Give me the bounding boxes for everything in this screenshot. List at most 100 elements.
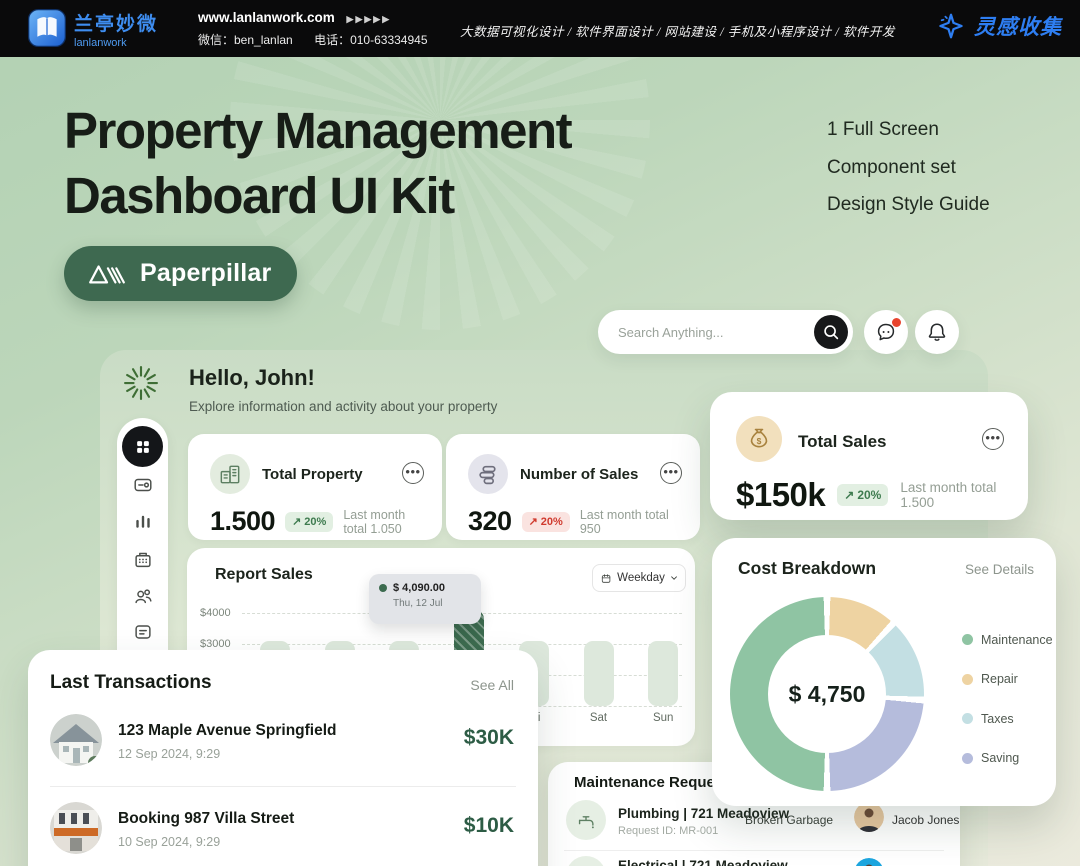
inspiration-collect[interactable]: 灵感收集: [936, 11, 1062, 41]
cost-breakdown-legend: Maintenance Repair Taxes Saving: [962, 620, 1053, 778]
collect-label: 灵感收集: [974, 11, 1062, 41]
tooltip-value: $ 4,090.00: [393, 582, 445, 594]
number-of-sales-card: Number of Sales ••• 320 ↗20% Last month …: [446, 434, 700, 540]
see-details-link[interactable]: See Details: [965, 562, 1034, 577]
feature-item: 1 Full Screen: [827, 111, 990, 149]
stat-note: Last month total 1.050: [343, 508, 428, 536]
card-menu-button[interactable]: •••: [660, 462, 682, 484]
users-icon: [132, 585, 154, 607]
building-icon: [132, 548, 154, 570]
paperpillar-label: Paperpillar: [140, 259, 271, 288]
sidebar-item-cards[interactable]: [131, 473, 154, 496]
sidebar-item-schedule[interactable]: [131, 620, 154, 643]
maintenance-title: Maintenance Request: [574, 774, 728, 791]
bar-sat[interactable]: [584, 641, 614, 706]
transaction-date: 12 Sep 2024, 9:29: [118, 747, 220, 761]
legend-item: Maintenance: [962, 620, 1053, 660]
property-photo: [50, 802, 102, 854]
sidebar-item-tenants[interactable]: [131, 584, 154, 607]
request-type: Electrical | 721 Meadoview: [618, 858, 788, 866]
search-button[interactable]: [814, 315, 848, 349]
last-transactions-card: Last Transactions See All 123 Maple Aven…: [28, 650, 538, 866]
legend-dot: [962, 713, 973, 724]
transaction-name: 123 Maple Avenue Springfield: [118, 722, 337, 740]
services-list: 大数据可视化设计 / 软件界面设计 / 网站建设 / 手机及小程序设计 / 软件…: [460, 21, 900, 40]
property-icon: [210, 454, 250, 494]
grid-icon: [134, 438, 152, 456]
sparkle-icon: [936, 11, 966, 41]
card-menu-button[interactable]: •••: [982, 428, 1004, 450]
note-icon: [132, 621, 154, 643]
tooltip-label: Thu, 12 Jul: [393, 598, 471, 609]
sidebar-item-analytics[interactable]: [131, 510, 154, 533]
page-title: Property Management Dashboard UI Kit: [64, 98, 571, 228]
card-icon: [132, 474, 154, 496]
brand-name-en: lanlanwork: [74, 37, 158, 49]
transaction-row[interactable]: Booking 987 Villa Street 10 Sep 2024, 9:…: [50, 802, 514, 862]
phone-label: 电话：010-63334945: [314, 33, 427, 47]
greeting-subtitle: Explore information and activity about y…: [189, 399, 497, 414]
lanlanwork-logo-icon: [26, 7, 68, 49]
sidebar-nav: [117, 418, 168, 678]
sidebar-item-properties[interactable]: [131, 547, 154, 570]
request-id: Request ID: MR-001: [618, 825, 718, 837]
request-issue: Broken Garbage: [745, 813, 833, 827]
arrows-decoration: ▶▶▶▶▶: [347, 14, 392, 24]
money-bag-icon: $: [736, 416, 782, 462]
brand-name-cn: 兰亭妙微: [74, 9, 158, 36]
sidebar-item-dashboard[interactable]: [122, 426, 163, 467]
bar-sun[interactable]: [648, 641, 678, 706]
sales-count-icon: [468, 454, 508, 494]
legend-dot: [962, 634, 973, 645]
cost-breakdown-card: Cost Breakdown See Details $ 4,750 Maint…: [712, 538, 1056, 806]
greeting-title: Hello, John!: [189, 365, 315, 391]
chart-tooltip: $ 4,090.00 Thu, 12 Jul: [369, 574, 481, 624]
total-property-card: Total Property ••• 1.500 ↗20% Last month…: [188, 434, 442, 540]
x-axis-label: Sat: [577, 712, 621, 724]
messages-button[interactable]: [864, 310, 908, 354]
legend-label: Repair: [981, 672, 1018, 686]
stat-title: Total Property: [262, 466, 363, 483]
transaction-name: Booking 987 Villa Street: [118, 810, 294, 828]
legend-item: Repair: [962, 660, 1053, 700]
transaction-amount: $30K: [464, 726, 514, 750]
bar-chart-icon: [132, 511, 154, 533]
legend-label: Taxes: [981, 712, 1014, 726]
divider: [564, 850, 944, 851]
stat-note: Last month total 950: [580, 508, 686, 536]
card-menu-button[interactable]: •••: [402, 462, 424, 484]
search-input[interactable]: [618, 325, 814, 340]
legend-label: Saving: [981, 751, 1019, 765]
trend-badge: ↗20%: [522, 512, 570, 532]
notifications-button[interactable]: [915, 310, 959, 354]
feature-item: Design Style Guide: [827, 186, 990, 224]
trend-badge: ↗20%: [837, 484, 888, 506]
tooltip-dot: [379, 584, 387, 592]
trend-up-icon: ↗: [529, 515, 538, 528]
trend-up-icon: ↗: [844, 488, 854, 502]
stat-title: Total Sales: [798, 432, 887, 452]
transaction-date: 10 Sep 2024, 9:29: [118, 835, 220, 849]
plumbing-icon: [566, 800, 606, 840]
electrical-icon: [566, 856, 606, 866]
stat-value: 320: [468, 506, 512, 537]
x-axis-label: Sun: [641, 712, 685, 724]
svg-text:$: $: [757, 436, 762, 446]
promo-header: 兰亭妙微 lanlanwork www.lanlanwork.com ▶▶▶▶▶…: [0, 0, 1080, 57]
paperpillar-badge: Paperpillar: [64, 246, 297, 301]
feature-list: 1 Full Screen Component set Design Style…: [827, 111, 990, 224]
divider: [50, 786, 516, 787]
cost-breakdown-title: Cost Breakdown: [738, 558, 876, 579]
transaction-amount: $10K: [464, 814, 514, 838]
search-bar: [598, 310, 853, 354]
donut-center-value: $ 4,750: [768, 635, 886, 753]
website-link[interactable]: www.lanlanwork.com: [198, 10, 335, 25]
assignee-avatar: [854, 858, 884, 866]
search-icon: [821, 322, 841, 342]
y-axis-tick: $3000: [200, 638, 231, 650]
stat-value: $150k: [736, 476, 825, 514]
see-all-link[interactable]: See All: [470, 677, 514, 693]
transaction-row[interactable]: 123 Maple Avenue Springfield 12 Sep 2024…: [50, 714, 514, 774]
stat-title: Number of Sales: [520, 466, 638, 483]
legend-label: Maintenance: [981, 633, 1053, 647]
